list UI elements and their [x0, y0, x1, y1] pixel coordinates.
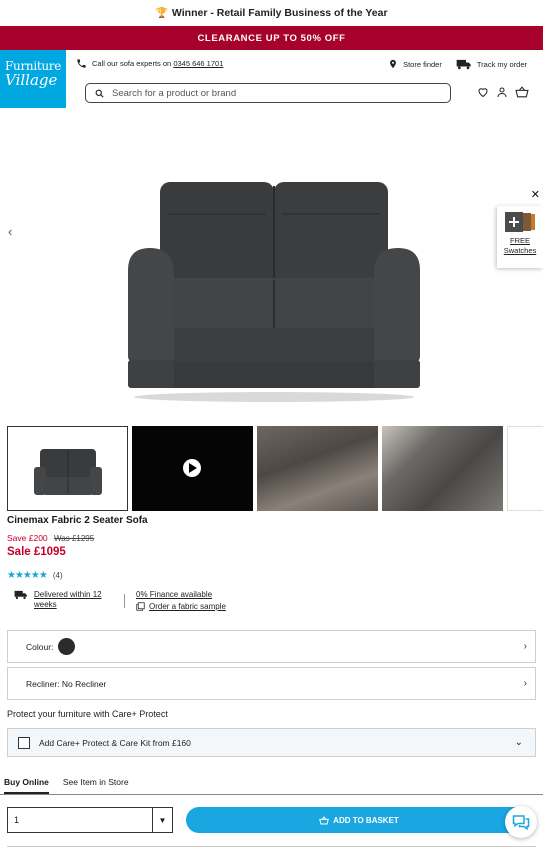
free-swatches-widget[interactable]: FREE Swatches: [497, 206, 543, 268]
thumbnail-strip: [7, 426, 543, 511]
site-header: Furniture Village Call our sofa experts …: [0, 50, 543, 108]
chat-icon: [512, 815, 530, 830]
trophy-icon: 🏆: [155, 7, 168, 19]
promo-banner[interactable]: CLEARANCE UP TO 50% OFF: [0, 26, 543, 50]
award-banner: 🏆 Winner - Retail Family Business of the…: [0, 0, 543, 26]
thumbnail-1[interactable]: [7, 426, 128, 511]
track-order-link[interactable]: Track my order: [456, 59, 527, 70]
delivery-link[interactable]: Delivered within 12 weeks: [34, 590, 114, 611]
product-title: Cinemax Fabric 2 Seater Sofa: [7, 515, 148, 526]
add-to-basket-label: ADD TO BASKET: [333, 815, 399, 825]
phone-icon: [77, 59, 86, 68]
thumbnail-sofa-image: [34, 449, 102, 495]
quantity-select[interactable]: 1 ▼: [7, 807, 173, 833]
basket-icon: [319, 815, 330, 824]
delivery-info[interactable]: Delivered within 12 weeks: [14, 590, 114, 611]
recliner-label: Recliner: No Recliner: [26, 678, 107, 689]
chevron-left-icon[interactable]: ‹: [8, 224, 12, 239]
fabric-sample-label: Order a fabric sample: [149, 602, 226, 611]
swatches-icon: [505, 212, 535, 232]
sample-icon: [136, 602, 145, 611]
fabric-sample-link[interactable]: Order a fabric sample: [136, 602, 226, 611]
search-bar[interactable]: [85, 83, 451, 103]
delivery-truck-icon: [14, 590, 27, 600]
review-count: (4): [52, 571, 63, 580]
truck-icon: [456, 59, 471, 69]
account-icon[interactable]: [496, 86, 508, 98]
play-icon: [183, 459, 201, 477]
care-checkbox[interactable]: [18, 736, 30, 749]
promo-text: CLEARANCE UP TO 50% OFF: [197, 32, 346, 44]
colour-swatch: [58, 638, 76, 655]
chat-button[interactable]: [505, 806, 537, 838]
purchase-tabs: Buy Online See Item in Store: [0, 775, 543, 795]
colour-label: Colour:: [26, 641, 54, 652]
track-order-label: Track my order: [476, 59, 527, 69]
phone-link[interactable]: 0345 646 1701: [173, 59, 223, 68]
price-savings: Save £200 Was £1295: [7, 533, 94, 543]
swatches-line1: FREE: [509, 236, 530, 245]
chevron-right-icon: ›: [523, 678, 527, 689]
chevron-down-icon[interactable]: ⌄: [515, 737, 523, 748]
add-to-basket-button[interactable]: ADD TO BASKET: [186, 807, 532, 833]
finance-info: 0% Finance available Order a fabric samp…: [136, 590, 226, 614]
search-input[interactable]: [112, 87, 412, 99]
header-icons: [477, 86, 529, 98]
save-amount: Save £200: [7, 533, 48, 543]
thumbnail-5[interactable]: [507, 426, 543, 511]
call-info: Call our sofa experts on 0345 646 1701: [76, 58, 223, 69]
basket-icon[interactable]: [515, 86, 529, 98]
header-links: Store finder Track my order: [388, 58, 527, 70]
sale-price: Sale £1095: [7, 546, 66, 558]
colour-selector[interactable]: Colour: ›: [7, 630, 536, 663]
search-icon: [95, 89, 104, 98]
divider: [124, 594, 125, 608]
recliner-selector[interactable]: Recliner: No Recliner ›: [7, 667, 536, 700]
thumbnail-3[interactable]: [257, 426, 378, 511]
tab-buy-online[interactable]: Buy Online: [4, 775, 49, 794]
quantity-value: 1: [14, 815, 20, 825]
finance-link[interactable]: 0% Finance available: [136, 590, 226, 599]
was-price: Was £1295: [54, 534, 95, 543]
care-protect-option[interactable]: Add Care+ Protect & Care Kit from £160 ⌄: [7, 728, 536, 757]
call-on: on: [160, 59, 174, 68]
logo-line2: Village: [5, 71, 58, 89]
logo[interactable]: Furniture Village: [0, 50, 66, 108]
rating[interactable]: ★★★★★ (4): [7, 570, 63, 581]
product-gallery: ‹ ✕ FREE Swatches: [0, 108, 543, 426]
care-option-label: Add Care+ Protect & Care Kit from £160: [39, 737, 191, 748]
call-prefix: Call our: [92, 59, 120, 68]
swatches-line2: Swatches: [503, 245, 537, 255]
chevron-right-icon: ›: [523, 641, 527, 652]
store-finder-link[interactable]: Store finder: [388, 58, 442, 70]
close-icon[interactable]: ✕: [531, 188, 540, 201]
care-protect-heading: Protect your furniture with Care+ Protec…: [7, 709, 168, 719]
caret-down-icon: ▼: [152, 808, 172, 832]
product-image: [128, 182, 420, 402]
star-rating-icon: ★★★★★: [7, 570, 48, 581]
heart-icon[interactable]: [477, 86, 489, 98]
award-text: Winner - Retail Family Business of the Y…: [171, 7, 388, 19]
call-bold: sofa experts: [119, 59, 161, 68]
thumbnail-video[interactable]: [132, 426, 253, 511]
store-finder-label: Store finder: [403, 59, 442, 69]
tab-see-in-store[interactable]: See Item in Store: [63, 775, 129, 794]
thumbnail-4[interactable]: [382, 426, 503, 511]
location-pin-icon: [390, 59, 396, 69]
